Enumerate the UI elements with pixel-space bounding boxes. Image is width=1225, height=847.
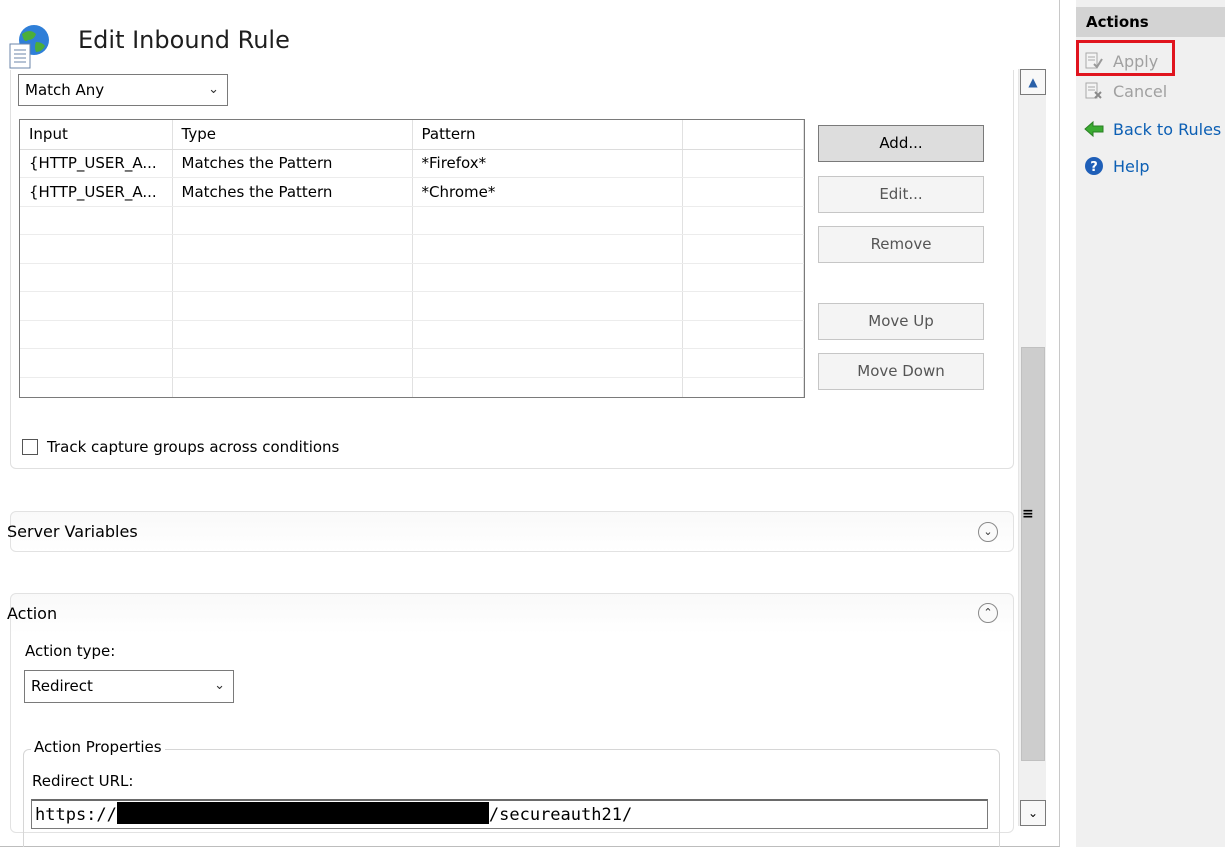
table-header-row: Input Type Pattern	[20, 120, 804, 150]
cancel-icon	[1084, 81, 1104, 101]
action-type-label: Action type:	[25, 642, 116, 660]
column-header-type[interactable]: Type	[172, 120, 413, 150]
empty-row	[20, 348, 804, 378]
splitter-grip-icon[interactable]: ≡	[1022, 506, 1034, 522]
column-header-blank	[682, 120, 804, 150]
cell-input: {HTTP_USER_A...	[20, 177, 173, 207]
svg-text:?: ?	[1090, 160, 1098, 175]
action-type-value: Redirect	[31, 677, 93, 695]
actions-pane: Actions Apply Cancel Back to Rules ? Hel…	[1076, 0, 1225, 847]
table-row[interactable]: {HTTP_USER_A... Matches the Pattern *Fir…	[20, 149, 804, 178]
conditions-table[interactable]: Input Type Pattern {HTTP_USER_A... Match…	[19, 119, 805, 398]
cell-input: {HTTP_USER_A...	[20, 149, 173, 178]
logical-grouping-value: Match Any	[25, 81, 105, 99]
actions-pane-header: Actions	[1076, 7, 1225, 37]
server-variables-section	[10, 511, 1014, 552]
empty-row	[20, 377, 804, 397]
cancel-action[interactable]: Cancel	[1084, 78, 1167, 104]
cell-blank	[682, 149, 804, 178]
move-up-button[interactable]: Move Up	[818, 303, 984, 340]
apply-highlight-annotation	[1076, 40, 1175, 76]
redirect-url-input[interactable]: https:// /secureauth21/	[31, 799, 988, 829]
vertical-scrollbar[interactable]: ▲ ⌄	[1018, 69, 1046, 826]
help-icon: ?	[1084, 156, 1104, 176]
action-type-select[interactable]: Redirect ⌄	[24, 670, 234, 703]
scroll-up-icon[interactable]: ▲	[1020, 69, 1046, 95]
empty-row	[20, 206, 804, 235]
move-down-button[interactable]: Move Down	[818, 353, 984, 390]
back-arrow-icon	[1084, 119, 1104, 139]
empty-row	[20, 234, 804, 264]
add-button[interactable]: Add...	[818, 125, 984, 162]
logical-grouping-select[interactable]: Match Any ⌄	[18, 74, 228, 106]
column-header-input[interactable]: Input	[20, 120, 173, 150]
action-header[interactable]: Action	[7, 604, 57, 623]
main-panel: Edit Inbound Rule Match Any ⌄ Input Type…	[0, 0, 1060, 847]
track-capture-groups-checkbox[interactable]	[22, 439, 38, 455]
server-variables-header[interactable]: Server Variables	[7, 522, 138, 541]
action-properties-legend: Action Properties	[31, 738, 165, 756]
empty-row	[20, 291, 804, 321]
chevron-down-icon: ⌄	[214, 678, 225, 693]
empty-row	[20, 263, 804, 292]
scroll-down-icon[interactable]: ⌄	[1020, 800, 1046, 826]
chevron-down-icon: ⌄	[208, 82, 219, 97]
redirect-url-label: Redirect URL:	[32, 772, 134, 790]
cell-pattern: *Firefox*	[412, 149, 683, 178]
track-capture-groups-option[interactable]: Track capture groups across conditions	[22, 438, 339, 456]
redacted-block	[116, 802, 489, 824]
track-capture-groups-label: Track capture groups across conditions	[47, 438, 340, 456]
column-header-pattern[interactable]: Pattern	[412, 120, 683, 150]
empty-row	[20, 320, 804, 349]
redirect-url-suffix: /secureauth21/	[488, 805, 633, 825]
cell-pattern: *Chrome*	[412, 177, 683, 207]
cancel-label: Cancel	[1113, 81, 1168, 101]
back-to-rules-label: Back to Rules	[1113, 119, 1222, 139]
help-label: Help	[1113, 156, 1150, 176]
table-row[interactable]: {HTTP_USER_A... Matches the Pattern *Chr…	[20, 177, 804, 207]
cell-blank	[682, 177, 804, 207]
edit-button[interactable]: Edit...	[818, 176, 984, 213]
cell-type: Matches the Pattern	[172, 149, 413, 178]
scrollbar-thumb[interactable]	[1021, 347, 1045, 761]
action-properties-group	[23, 749, 1000, 847]
help-action[interactable]: ? Help	[1084, 153, 1149, 179]
page-title: Edit Inbound Rule	[78, 26, 290, 54]
remove-button[interactable]: Remove	[818, 226, 984, 263]
expand-chevron-icon[interactable]: ⌄	[978, 522, 998, 542]
cell-type: Matches the Pattern	[172, 177, 413, 207]
redirect-url-prefix: https://	[35, 805, 117, 825]
rule-globe-icon	[8, 22, 54, 70]
back-to-rules-action[interactable]: Back to Rules	[1084, 116, 1221, 142]
collapse-chevron-icon[interactable]: ⌃	[978, 603, 998, 623]
